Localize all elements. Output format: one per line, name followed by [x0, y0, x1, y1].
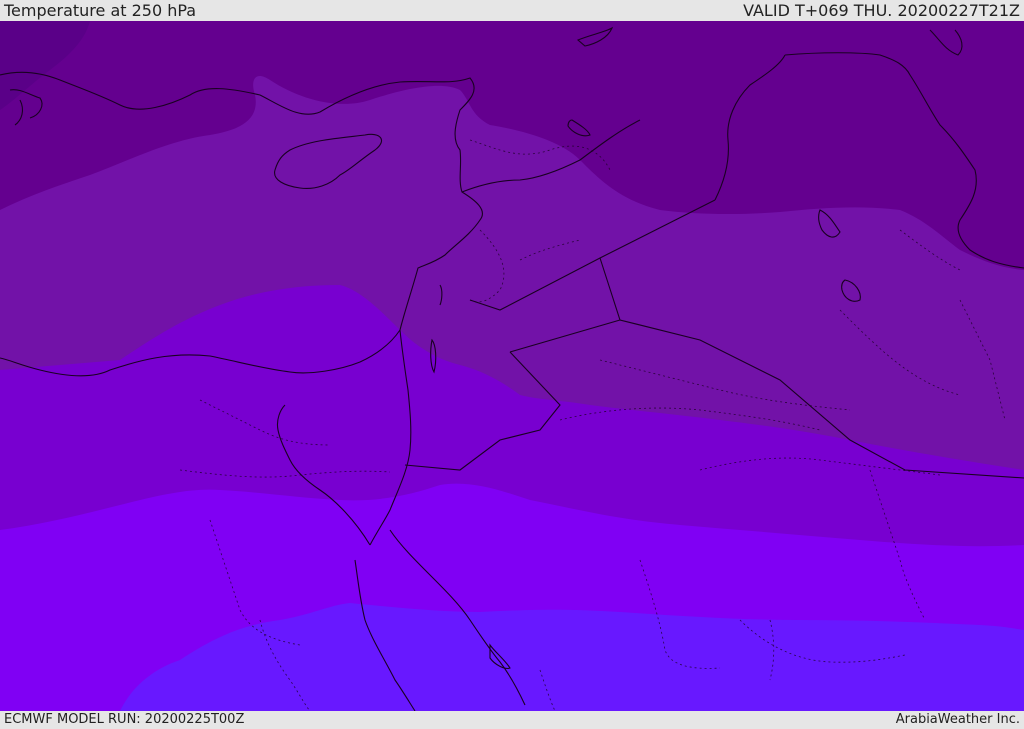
- credit: ArabiaWeather Inc.: [895, 712, 1020, 727]
- header-bar: Temperature at 250 hPa VALID T+069 THU. …: [0, 0, 1024, 21]
- map-title: Temperature at 250 hPa: [4, 1, 197, 20]
- map-view[interactable]: [0, 21, 1024, 711]
- temperature-map: [0, 21, 1024, 711]
- model-run: ECMWF MODEL RUN: 20200225T00Z: [4, 712, 245, 727]
- footer-bar: ECMWF MODEL RUN: 20200225T00Z ArabiaWeat…: [0, 711, 1024, 729]
- valid-time: VALID T+069 THU. 20200227T21Z: [743, 1, 1020, 20]
- map-frame: Temperature at 250 hPa VALID T+069 THU. …: [0, 0, 1024, 729]
